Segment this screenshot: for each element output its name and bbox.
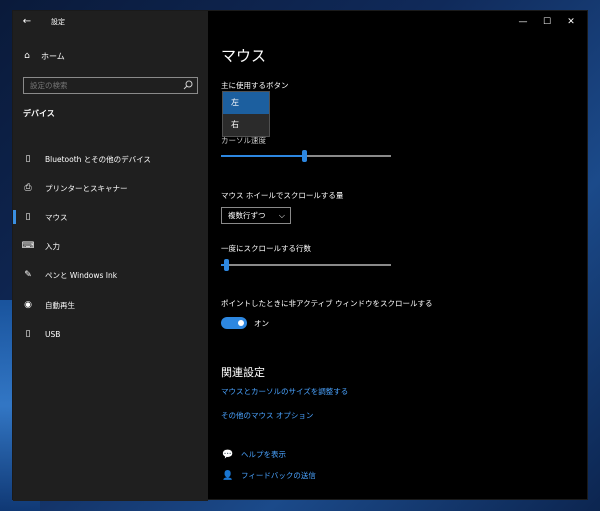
scroll-lines-label: 一度にスクロールする行数 bbox=[221, 244, 311, 253]
sidebar-item-home[interactable]: ⌂ ホーム bbox=[21, 49, 65, 63]
related-settings-title: 関連設定 bbox=[221, 366, 265, 379]
feedback-link[interactable]: フィードバックの送信 bbox=[241, 470, 316, 481]
primary-button-dropdown[interactable]: 左 右 bbox=[222, 91, 270, 137]
autoplay-icon: ◉ bbox=[24, 300, 32, 310]
mouse-icon: ▯ bbox=[25, 212, 31, 222]
primary-button-label: 主に使用するボタン bbox=[221, 81, 289, 90]
section-title: デバイス bbox=[23, 109, 55, 118]
usb-icon: ▯ bbox=[25, 329, 31, 339]
sidebar-item-label: ペンと Windows Ink bbox=[45, 270, 118, 280]
sidebar-item-mouse[interactable]: ▯ マウス bbox=[13, 207, 208, 227]
sidebar-item-pen[interactable]: ✎ ペンと Windows Ink bbox=[13, 265, 208, 285]
slider-fill bbox=[221, 155, 304, 157]
settings-window: ← 設定 ⌂ ホーム デバイス ▯ Bluetooth とその他のデバイス ⎙ … bbox=[12, 10, 588, 501]
link-other-mouse-options[interactable]: その他のマウス オプション bbox=[221, 410, 313, 421]
inactive-scroll-label: ポイントしたときに非アクティブ ウィンドウをスクロールする bbox=[221, 299, 433, 308]
inactive-scroll-toggle-row: オン bbox=[221, 317, 269, 329]
sidebar-item-printers[interactable]: ⎙ プリンターとスキャナー bbox=[13, 178, 208, 198]
feedback-icon: 👤 bbox=[222, 470, 234, 481]
sidebar-item-autoplay[interactable]: ◉ 自動再生 bbox=[13, 295, 208, 315]
sidebar-item-label: 自動再生 bbox=[45, 300, 75, 310]
sidebar-item-bluetooth[interactable]: ▯ Bluetooth とその他のデバイス bbox=[13, 149, 208, 169]
slider-thumb[interactable] bbox=[224, 259, 229, 271]
feedback-row[interactable]: 👤 フィードバックの送信 bbox=[221, 470, 316, 481]
wheel-scroll-label: マウス ホイールでスクロールする量 bbox=[221, 191, 344, 200]
sidebar: ← 設定 ⌂ ホーム デバイス ▯ Bluetooth とその他のデバイス ⎙ … bbox=[13, 11, 208, 501]
printer-icon: ⎙ bbox=[24, 183, 32, 193]
home-icon: ⌂ bbox=[24, 51, 30, 61]
toggle-state-label: オン bbox=[254, 318, 269, 328]
dropdown-option-left[interactable]: 左 bbox=[223, 92, 269, 114]
pen-icon: ✎ bbox=[24, 270, 32, 280]
bluetooth-icon: ▯ bbox=[25, 154, 31, 164]
wheel-scroll-value: 複数行ずつ bbox=[228, 211, 266, 220]
scroll-lines-slider[interactable] bbox=[221, 259, 391, 271]
sidebar-item-label: マウス bbox=[45, 212, 68, 222]
keyboard-icon: ⌨ bbox=[21, 241, 35, 251]
sidebar-item-label: Bluetooth とその他のデバイス bbox=[45, 154, 151, 164]
cursor-speed-slider[interactable] bbox=[221, 150, 391, 162]
active-indicator bbox=[13, 210, 16, 224]
slider-track bbox=[221, 264, 391, 266]
sidebar-item-label: USB bbox=[45, 329, 61, 339]
search-box[interactable] bbox=[23, 77, 198, 94]
link-cursor-size[interactable]: マウスとカーソルのサイズを調整する bbox=[221, 386, 348, 397]
dropdown-option-right[interactable]: 右 bbox=[223, 114, 269, 136]
help-link[interactable]: ヘルプを表示 bbox=[241, 449, 286, 460]
sidebar-item-usb[interactable]: ▯ USB bbox=[13, 324, 208, 344]
wheel-scroll-select[interactable]: 複数行ずつ ⌵ bbox=[221, 207, 291, 224]
sidebar-item-label: プリンターとスキャナー bbox=[45, 183, 128, 193]
back-button[interactable]: ← bbox=[19, 14, 35, 30]
search-input[interactable] bbox=[24, 78, 174, 93]
sidebar-item-input[interactable]: ⌨ 入力 bbox=[13, 236, 208, 256]
chevron-down-icon: ⌵ bbox=[278, 211, 285, 220]
home-label: ホーム bbox=[41, 51, 65, 61]
arrow-left-icon: ← bbox=[22, 16, 32, 27]
page-title: マウス bbox=[221, 47, 267, 65]
help-row[interactable]: 💬 ヘルプを表示 bbox=[221, 449, 286, 460]
toggle-knob bbox=[238, 320, 244, 326]
slider-thumb[interactable] bbox=[302, 150, 307, 162]
inactive-scroll-toggle[interactable] bbox=[221, 317, 247, 329]
window-title: 設定 bbox=[51, 18, 65, 26]
main-content: マウス 主に使用するボタン カーソル速度 左 右 マウス ホイールでスクロールす… bbox=[221, 11, 581, 501]
help-chat-icon: 💬 bbox=[222, 449, 234, 460]
search-icon[interactable] bbox=[183, 80, 193, 90]
sidebar-item-label: 入力 bbox=[45, 241, 60, 251]
